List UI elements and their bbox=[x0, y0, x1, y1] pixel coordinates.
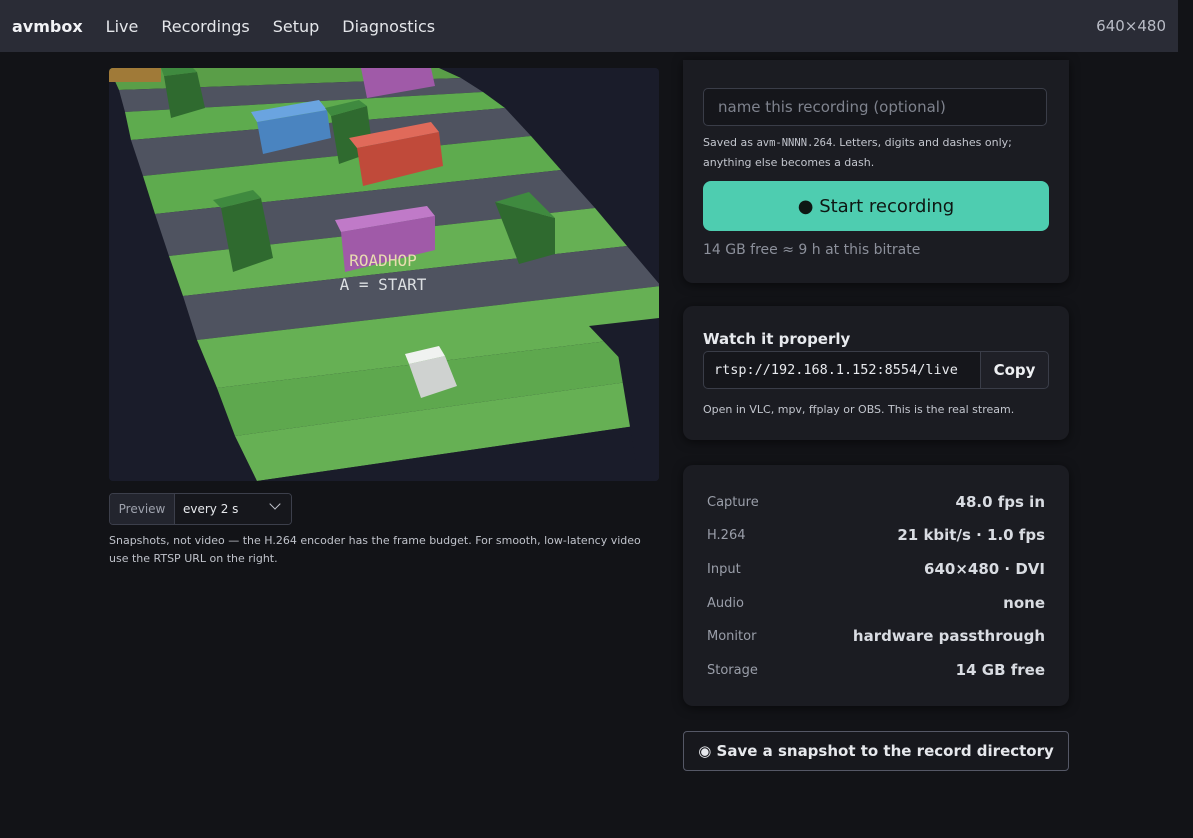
preview-mode-label: Preview bbox=[110, 494, 175, 524]
stat-value: 640×480 · DVI bbox=[924, 560, 1045, 578]
page-scrollbar[interactable] bbox=[1178, 0, 1193, 838]
stat-row: Audio none bbox=[707, 594, 1045, 612]
recording-name-hint: Saved as avm-NNNN.264. Letters, digits a… bbox=[703, 133, 1053, 172]
save-snapshot-button[interactable]: ◉ Save a snapshot to the record director… bbox=[683, 731, 1069, 771]
nav-link-setup[interactable]: Setup bbox=[273, 17, 320, 36]
stat-label: Capture bbox=[707, 494, 759, 510]
stat-row: Storage 14 GB free bbox=[707, 661, 1045, 679]
recording-name-input[interactable] bbox=[703, 88, 1047, 126]
watch-card: Watch it properly rtsp://192.168.1.152:8… bbox=[683, 306, 1069, 440]
stat-label: Input bbox=[707, 561, 741, 577]
stat-row: Input 640×480 · DVI bbox=[707, 560, 1045, 578]
stat-value: 21 kbit/s · 1.0 fps bbox=[897, 526, 1045, 544]
start-recording-button[interactable]: ● Start recording bbox=[703, 181, 1049, 231]
game-prompt-text: A = START bbox=[340, 275, 427, 294]
stat-label: Storage bbox=[707, 662, 758, 678]
game-title-text: ROADHOP bbox=[349, 251, 416, 270]
recording-card: Saved as avm-NNNN.264. Letters, digits a… bbox=[683, 60, 1069, 283]
stat-value: 48.0 fps in bbox=[955, 493, 1045, 511]
preview-interval-select[interactable]: every 2 s bbox=[175, 494, 291, 524]
stat-value: none bbox=[1003, 594, 1045, 612]
preview-interval-value: every 2 s bbox=[183, 502, 239, 516]
copy-url-button[interactable]: Copy bbox=[980, 351, 1049, 389]
preview-note: Snapshots, not video — the H.264 encoder… bbox=[109, 534, 641, 565]
stat-row: Monitor hardware passthrough bbox=[707, 627, 1045, 645]
chevron-down-icon bbox=[269, 498, 281, 510]
brand-logo[interactable]: avmbox bbox=[12, 17, 83, 36]
top-nav: avmbox Live Recordings Setup Diagnostics… bbox=[0, 0, 1178, 52]
live-preview-frame: ROADHOP A = START bbox=[109, 68, 659, 481]
nav-link-live[interactable]: Live bbox=[106, 17, 139, 36]
stat-value: hardware passthrough bbox=[852, 627, 1045, 645]
resolution-indicator: 640×480 bbox=[1096, 17, 1166, 35]
watch-title: Watch it properly bbox=[703, 330, 851, 348]
rtsp-url-field[interactable]: rtsp://192.168.1.152:8554/live bbox=[703, 351, 980, 389]
storage-estimate: 14 GB free ≈ 9 h at this bitrate bbox=[703, 242, 921, 258]
watch-note: Open in VLC, mpv, ffplay or OBS. This is… bbox=[703, 403, 1015, 416]
stat-value: 14 GB free bbox=[955, 661, 1045, 679]
stat-label: H.264 bbox=[707, 527, 746, 543]
hint-filename: avm-NNNN.264 bbox=[756, 137, 833, 149]
stats-card: Capture 48.0 fps in H.264 21 kbit/s · 1.0 … bbox=[683, 465, 1069, 706]
hint-prefix: Saved as bbox=[703, 136, 757, 149]
nav-link-recordings[interactable]: Recordings bbox=[161, 17, 249, 36]
stat-row: H.264 21 kbit/s · 1.0 fps bbox=[707, 526, 1045, 544]
preview-snapshot-image: ROADHOP A = START bbox=[109, 68, 659, 481]
stat-row: Capture 48.0 fps in bbox=[707, 493, 1045, 511]
preview-interval-control: Preview every 2 s bbox=[109, 493, 292, 525]
stat-label: Monitor bbox=[707, 628, 757, 644]
stat-label: Audio bbox=[707, 595, 744, 611]
nav-link-diagnostics[interactable]: Diagnostics bbox=[342, 17, 435, 36]
